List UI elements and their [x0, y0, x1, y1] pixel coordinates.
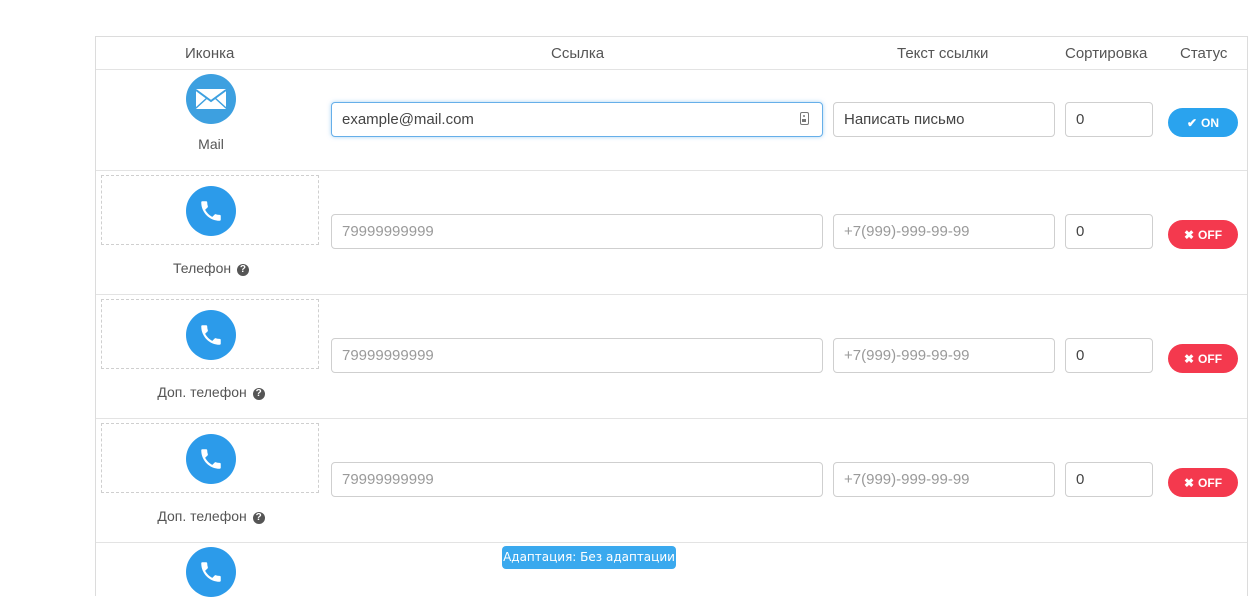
- table-row: Телефон ? ✖ OFF: [96, 170, 1247, 295]
- header-status: Статус: [1180, 45, 1228, 62]
- status-toggle[interactable]: ✖ OFF: [1168, 468, 1238, 497]
- sort-input[interactable]: [1065, 102, 1153, 137]
- phone-icon[interactable]: [186, 434, 236, 484]
- close-icon: ✖: [1183, 475, 1195, 490]
- link-text-input[interactable]: [833, 338, 1055, 373]
- sort-input[interactable]: [1065, 462, 1153, 497]
- header-sort: Сортировка: [1065, 45, 1148, 62]
- envelope-icon[interactable]: [186, 74, 236, 124]
- link-input[interactable]: [331, 102, 823, 137]
- icon-label: Доп. телефон ?: [96, 508, 326, 524]
- phone-icon[interactable]: [186, 547, 236, 597]
- close-icon: ✖: [1183, 227, 1195, 242]
- link-text-input[interactable]: [833, 462, 1055, 497]
- link-input[interactable]: [331, 214, 823, 249]
- link-text-input[interactable]: [833, 214, 1055, 249]
- table-row: Доп. телефон ? ✖ OFF: [96, 294, 1247, 419]
- icon-label: Телефон ?: [96, 260, 326, 276]
- status-toggle[interactable]: ✖ OFF: [1168, 344, 1238, 373]
- header-link-text: Текст ссылки: [897, 45, 989, 62]
- sort-input[interactable]: [1065, 214, 1153, 249]
- header-icon: Иконка: [185, 45, 235, 62]
- help-icon[interactable]: ?: [252, 388, 265, 400]
- check-icon: ✔: [1186, 115, 1198, 130]
- contacts-table: Иконка Ссылка Текст ссылки Сортировка Ст…: [95, 36, 1248, 597]
- sort-input[interactable]: [1065, 338, 1153, 373]
- phone-icon[interactable]: [186, 310, 236, 360]
- table-header: Иконка Ссылка Текст ссылки Сортировка Ст…: [96, 37, 1247, 70]
- phone-icon[interactable]: [186, 186, 236, 236]
- link-input[interactable]: [331, 338, 823, 373]
- header-link: Ссылка: [551, 45, 605, 62]
- close-icon: ✖: [1183, 351, 1195, 366]
- contact-card-icon: [800, 112, 809, 125]
- table-row: Доп. телефон ? ✖ OFF: [96, 418, 1247, 543]
- status-toggle[interactable]: ✖ OFF: [1168, 220, 1238, 249]
- table-row: Mail ✔ ON: [96, 69, 1247, 171]
- help-icon[interactable]: ?: [236, 264, 249, 276]
- link-text-input[interactable]: [833, 102, 1055, 137]
- link-input[interactable]: [331, 462, 823, 497]
- help-icon[interactable]: ?: [252, 512, 265, 524]
- adaptation-badge[interactable]: Адаптация: Без адаптации: [502, 546, 676, 569]
- icon-label: Доп. телефон ?: [96, 384, 326, 400]
- status-toggle[interactable]: ✔ ON: [1168, 108, 1238, 137]
- icon-label: Mail: [198, 136, 224, 152]
